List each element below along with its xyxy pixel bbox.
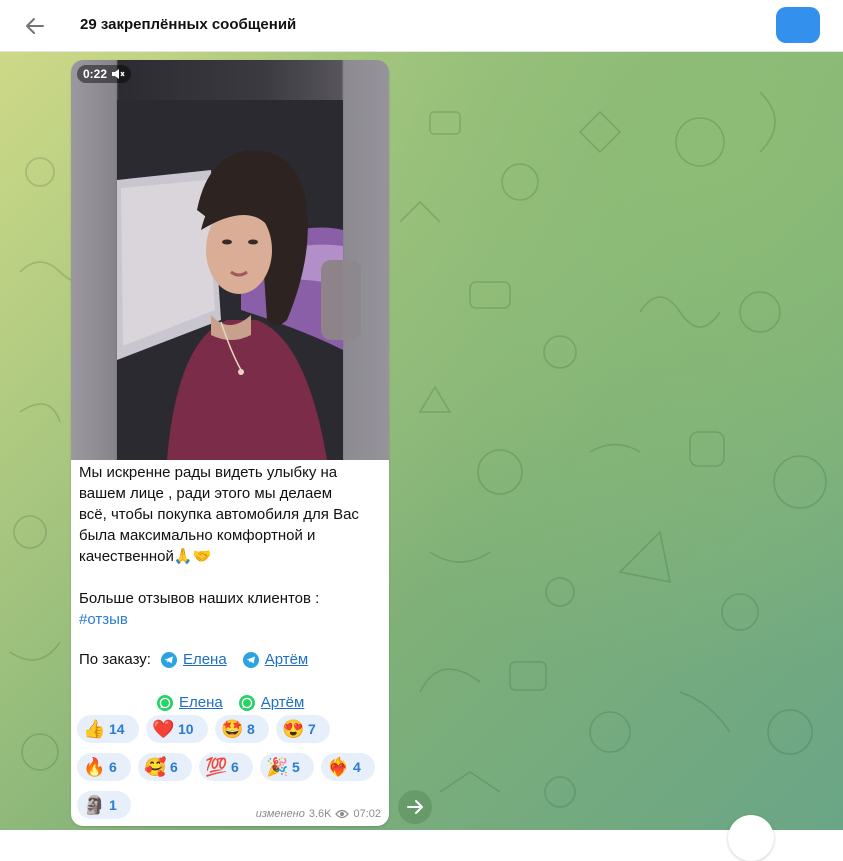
contact-whatsapp-artyom[interactable]: Артём	[238, 694, 305, 711]
message-text: Мы искренне рады видеть улыбку на вашем …	[79, 462, 379, 630]
text-line: Мы искренне рады видеть улыбку на	[79, 464, 338, 481]
views-count: 3.6K	[308, 808, 332, 820]
reaction-count: 14	[109, 721, 125, 737]
contact-whatsapp-elena[interactable]: Елена	[157, 694, 223, 711]
eye-icon	[335, 809, 350, 819]
reaction-emoji: 🤩	[221, 719, 244, 739]
reaction-count: 6	[231, 759, 239, 775]
video-duration: 0:22	[83, 67, 108, 81]
reaction-heart-on-fire[interactable]: ❤️‍🔥 4	[321, 753, 375, 781]
chat-header: 29 закреплённых сообщений	[0, 0, 843, 52]
page-title: 29 закреплённых сообщений	[80, 16, 297, 33]
contact-name[interactable]: Елена	[183, 651, 227, 668]
order-label: По заказу:	[79, 651, 151, 668]
reaction-emoji: 💯	[205, 757, 228, 777]
reaction-party[interactable]: 🎉 5	[260, 753, 314, 781]
message-time: 07:02	[353, 808, 381, 820]
reaction-emoji: 🥰	[144, 757, 167, 777]
reaction-star-struck[interactable]: 🤩 8	[215, 715, 269, 743]
video-duration-badge: 0:22	[77, 65, 132, 83]
reaction-emoji: 🗿	[83, 795, 106, 815]
whatsapp-icon	[238, 694, 255, 711]
arrow-right-icon	[407, 800, 423, 814]
text-line: качественной🙏🤝	[79, 548, 212, 565]
more-reviews-text: Больше отзывов наших клиентов :	[79, 590, 320, 607]
reaction-thumbs-up[interactable]: 👍 14	[77, 715, 139, 743]
reaction-fire[interactable]: 🔥 6	[77, 753, 131, 781]
contact-telegram-artyom[interactable]: Артём	[242, 651, 309, 668]
video-player[interactable]: 0:22	[71, 60, 389, 460]
reaction-emoji: 👍	[83, 719, 106, 739]
reaction-emoji: 🎉	[266, 757, 289, 777]
pinned-message[interactable]: 0:22 Мы искренне рады видеть улыбку на в…	[71, 60, 389, 826]
video-frame	[71, 60, 389, 460]
reaction-heart-eyes[interactable]: 😍 7	[276, 715, 330, 743]
arrow-left-icon	[26, 18, 44, 34]
reaction-smiling-hearts[interactable]: 🥰 6	[138, 753, 192, 781]
order-contacts-whatsapp: Елена Артём	[157, 694, 304, 711]
reaction-emoji: 😍	[282, 719, 305, 739]
reaction-emoji: ❤️‍🔥	[327, 757, 350, 777]
contact-name[interactable]: Артём	[261, 694, 305, 711]
forward-button[interactable]	[398, 790, 432, 824]
back-button[interactable]	[22, 13, 48, 39]
hashtag-link[interactable]: #отзыв	[79, 611, 128, 628]
telegram-icon	[160, 651, 177, 668]
whatsapp-icon	[157, 694, 173, 711]
order-contacts-telegram: По заказу: Елена Артём	[79, 651, 308, 668]
reaction-count: 6	[170, 759, 178, 775]
text-line: вашем лице , ради этого мы делаем	[79, 485, 333, 502]
contact-telegram-elena[interactable]: Елена	[160, 651, 227, 668]
reaction-emoji: ❤️	[152, 719, 175, 739]
contact-name[interactable]: Артём	[265, 651, 309, 668]
message-meta: изменено 3.6K 07:02	[256, 808, 381, 820]
muted-speaker-icon[interactable]	[111, 68, 125, 80]
telegram-icon	[242, 651, 259, 668]
scroll-down-button[interactable]	[728, 815, 774, 861]
header-action-button[interactable]	[776, 7, 820, 43]
contact-name[interactable]: Елена	[179, 694, 223, 711]
reaction-count: 10	[178, 721, 194, 737]
text-line: всё, чтобы покупка автомобиля для Вас	[79, 506, 359, 523]
reaction-emoji: 🔥	[83, 757, 106, 777]
reaction-count: 5	[292, 759, 300, 775]
reaction-heart[interactable]: ❤️ 10	[146, 715, 208, 743]
reaction-hundred[interactable]: 💯 6	[199, 753, 253, 781]
edited-label: изменено	[255, 808, 305, 820]
reaction-count: 1	[109, 797, 117, 813]
reaction-count: 7	[308, 721, 316, 737]
reaction-count: 6	[109, 759, 117, 775]
reaction-count: 4	[353, 759, 361, 775]
reaction-moai[interactable]: 🗿 1	[77, 791, 131, 819]
reaction-count: 8	[247, 721, 255, 737]
text-line: была максимально комфортной и	[79, 527, 316, 544]
